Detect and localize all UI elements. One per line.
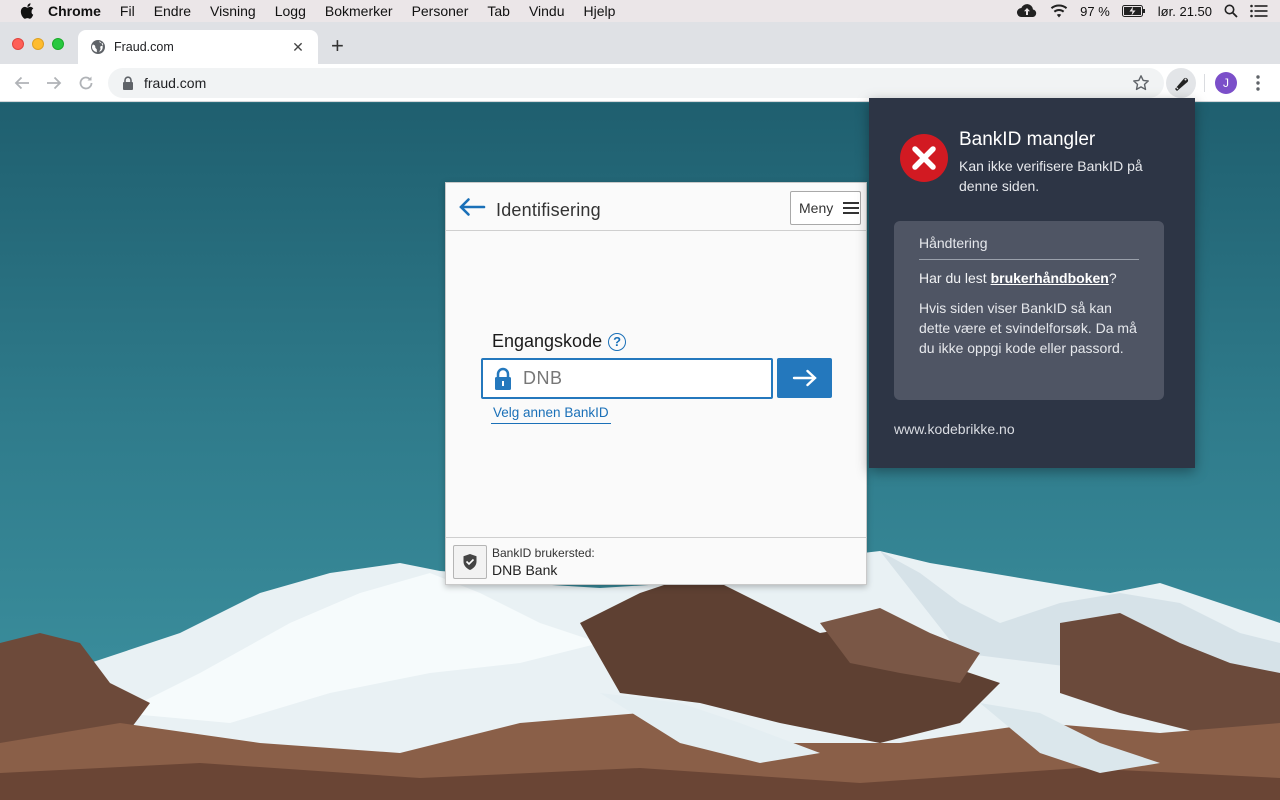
- bankid-footer: BankID brukersted: DNB Bank: [446, 537, 866, 584]
- clock[interactable]: lør. 21.50: [1158, 4, 1212, 19]
- minimize-window-button[interactable]: [32, 38, 44, 50]
- help-question-icon[interactable]: ?: [608, 332, 627, 351]
- menu-chrome[interactable]: Chrome: [48, 3, 101, 19]
- menu-tab[interactable]: Tab: [487, 3, 510, 19]
- address-bar[interactable]: fraud.com: [108, 68, 1164, 98]
- battery-charging-icon[interactable]: [1121, 5, 1146, 17]
- menu-visning[interactable]: Visning: [210, 3, 256, 19]
- card-question: Har du lest brukerhåndboken?: [919, 268, 1139, 288]
- merchant-name: DNB Bank: [492, 562, 558, 578]
- tab-close-icon[interactable]: ✕: [290, 39, 306, 56]
- one-time-code-field[interactable]: [481, 358, 773, 399]
- menu-hjelp[interactable]: Hjelp: [584, 3, 616, 19]
- engangskode-label: Engangskode ?: [492, 331, 627, 352]
- arrow-right-icon: [792, 369, 817, 387]
- menu-fil[interactable]: Fil: [120, 3, 135, 19]
- extension-button[interactable]: [1166, 68, 1196, 98]
- handling-card: Håndtering Har du lest brukerhåndboken? …: [894, 221, 1164, 400]
- reload-icon[interactable]: [76, 73, 96, 93]
- lock-icon[interactable]: [122, 76, 134, 90]
- menu-logg[interactable]: Logg: [275, 3, 306, 19]
- user-manual-link[interactable]: brukerhåndboken: [991, 270, 1109, 286]
- wifi-icon[interactable]: [1050, 4, 1068, 18]
- bookmark-star-icon[interactable]: [1132, 74, 1150, 92]
- fullscreen-window-button[interactable]: [52, 38, 64, 50]
- menu-vindu[interactable]: Vindu: [529, 3, 565, 19]
- question-suffix: ?: [1108, 270, 1117, 286]
- url-text: fraud.com: [144, 75, 207, 91]
- error-x-icon: [900, 134, 948, 182]
- kodebrikke-link[interactable]: www.kodebrikke.no: [894, 421, 1015, 437]
- macos-menu-bar: Chrome Fil Endre Visning Logg Bokmerker …: [0, 0, 1280, 22]
- one-time-code-input[interactable]: [523, 368, 753, 389]
- popup-subtitle: Kan ikke verifisere BankID på denne side…: [959, 158, 1143, 194]
- merchant-label: BankID brukersted:: [492, 546, 595, 560]
- profile-avatar[interactable]: J: [1215, 72, 1237, 94]
- more-menu-icon[interactable]: [1251, 73, 1265, 93]
- notification-center-icon[interactable]: [1250, 4, 1268, 18]
- apple-logo-icon[interactable]: [20, 3, 34, 19]
- bankid-header: Identifisering Meny: [446, 183, 866, 231]
- tab-strip: Fraud.com ✕ +: [0, 22, 1280, 64]
- tab-fraud-com[interactable]: Fraud.com ✕: [78, 30, 318, 64]
- submit-button[interactable]: [777, 358, 832, 398]
- popup-title: BankID mangler: [959, 129, 1096, 150]
- bankid-dialog: Identifisering Meny Engangskode ? Velg a…: [445, 182, 867, 585]
- menu-button-label: Meny: [799, 200, 834, 216]
- menu-bokmerker[interactable]: Bokmerker: [325, 3, 393, 19]
- globe-icon: [91, 40, 105, 54]
- close-window-button[interactable]: [12, 38, 24, 50]
- new-tab-button[interactable]: +: [331, 35, 344, 57]
- spotlight-search-icon[interactable]: [1224, 4, 1238, 18]
- engangskode-label-text: Engangskode: [492, 331, 603, 351]
- bankid-header-title: Identifisering: [496, 200, 601, 220]
- shield-icon[interactable]: [453, 545, 487, 579]
- menu-button[interactable]: Meny: [790, 191, 861, 225]
- hamburger-icon: [843, 202, 860, 214]
- back-arrow-icon[interactable]: [12, 73, 32, 93]
- toolbar-divider: [1204, 74, 1205, 92]
- padlock-icon: [495, 367, 511, 390]
- menu-endre[interactable]: Endre: [154, 3, 191, 19]
- cloud-upload-icon[interactable]: [1016, 4, 1038, 18]
- bankid-warning-popup: BankID mangler Kan ikke verifisere BankI…: [869, 98, 1195, 468]
- question-prefix: Har du lest: [919, 270, 991, 286]
- choose-other-bankid-link[interactable]: Velg annen BankID: [491, 405, 611, 424]
- back-arrow-icon[interactable]: [458, 197, 486, 217]
- key-fob-icon: [1175, 78, 1188, 91]
- tab-title: Fraud.com: [114, 40, 174, 54]
- battery-percent: 97 %: [1080, 3, 1110, 19]
- browser-toolbar: fraud.com J: [0, 64, 1280, 102]
- forward-arrow-icon[interactable]: [44, 73, 64, 93]
- menu-personer[interactable]: Personer: [412, 3, 469, 19]
- card-heading: Håndtering: [919, 235, 1139, 260]
- card-body: Hvis siden viser BankID så kan dette vær…: [919, 300, 1137, 356]
